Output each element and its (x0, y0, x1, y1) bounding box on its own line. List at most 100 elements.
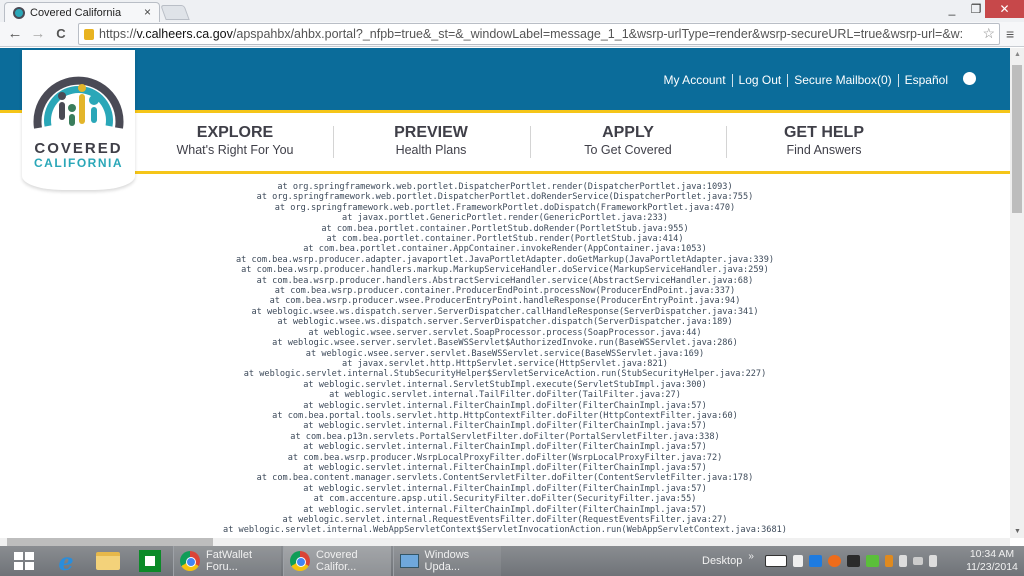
address-bar[interactable]: https:// v.calheers.ca.gov /apspahbx/ahb… (78, 23, 1000, 45)
stack-trace-line: at javax.servlet.http.HttpServlet.servic… (342, 358, 668, 369)
browser-titlebar: Covered California × _ ❐ ✕ (0, 0, 1024, 22)
stack-trace-line: at weblogic.wsee.server.servlet.BaseWSSe… (305, 348, 705, 359)
nav-subtitle: What's Right For You (176, 143, 294, 157)
nav-apply[interactable]: APPLY To Get Covered (528, 124, 728, 158)
stack-trace-line: at com.bea.wsrp.producer.container.Produ… (274, 286, 736, 297)
maximize-button[interactable]: ❐ (966, 0, 986, 18)
horizontal-scrollbar[interactable] (0, 538, 1010, 546)
start-button[interactable] (8, 546, 40, 576)
globe-icon[interactable] (963, 72, 976, 85)
nav-subtitle: Health Plans (395, 143, 467, 157)
folder-icon (96, 552, 120, 570)
stack-trace-line: at com.bea.portal.tools.servlet.http.Htt… (272, 410, 738, 421)
nav-subtitle: Find Answers (786, 143, 862, 157)
stack-trace-line: at weblogic.wsee.ws.dispatch.server.Serv… (277, 317, 733, 328)
tab-close-icon[interactable]: × (144, 5, 151, 19)
covered-california-favicon (13, 6, 25, 19)
scroll-up-arrow-icon[interactable]: ▲ (1014, 51, 1021, 58)
network-app-icon[interactable] (808, 555, 822, 567)
file-explorer-pin[interactable] (90, 546, 126, 576)
vertical-scroll-thumb[interactable] (1012, 65, 1022, 213)
vertical-scrollbar[interactable]: ▲ ▼ (1010, 48, 1024, 538)
horizontal-scroll-thumb[interactable] (7, 538, 213, 546)
windows-update-icon (400, 554, 419, 568)
stack-trace-line: at weblogic.wsee.server.servlet.SoapProc… (308, 327, 702, 338)
close-window-button[interactable]: ✕ (985, 0, 1024, 18)
stack-trace-line: at com.bea.wsrp.producer.WsrpLocalProxyF… (287, 452, 723, 463)
logo-text-california: CALIFORNIA (34, 156, 123, 170)
action-center-flag-icon[interactable] (792, 555, 803, 567)
chrome-menu-icon[interactable]: ≡ (1006, 26, 1014, 42)
log-out-link[interactable]: Log Out (739, 73, 782, 87)
store-pin[interactable] (132, 546, 168, 576)
stack-trace-line: at weblogic.servlet.internal.FilterChain… (303, 400, 707, 411)
clock-time: 10:34 AM (969, 548, 1015, 560)
nav-title: PREVIEW (394, 124, 468, 141)
stack-trace-line: at weblogic.servlet.internal.StubSecurit… (243, 369, 767, 380)
internet-explorer-pin[interactable]: e (48, 546, 84, 576)
my-account-link[interactable]: My Account (664, 73, 726, 87)
minimize-button[interactable]: _ (942, 0, 962, 18)
stack-trace-line: at com.bea.wsrp.producer.adapter.javapor… (235, 254, 775, 265)
url-path: /apspahbx/ahbx.portal?_nfpb=true&_st=&_w… (232, 27, 964, 41)
stack-trace-line: at org.springframework.web.portlet.Frame… (274, 202, 736, 213)
touch-keyboard-icon[interactable] (764, 555, 787, 567)
nav-get-help[interactable]: GET HELP Find Answers (724, 124, 924, 158)
wifi-signal-icon[interactable] (912, 557, 923, 565)
logo-mark-icon (33, 76, 124, 129)
nav-preview[interactable]: PREVIEW Health Plans (331, 124, 531, 158)
stack-trace-line: at com.bea.portlet.container.PortletStub… (321, 223, 689, 234)
tray-app-icon[interactable] (884, 555, 893, 567)
tray-app-orange-icon[interactable] (827, 555, 841, 567)
taskbar-task-covered-california[interactable]: Covered Califor... (283, 546, 391, 576)
taskbar-task-fatwallet[interactable]: FatWallet Foru... (173, 546, 281, 576)
sync-check-icon[interactable] (865, 555, 879, 567)
stack-trace-line: at weblogic.servlet.internal.FilterChain… (303, 504, 707, 515)
covered-california-logo[interactable]: COVERED CALIFORNIA (22, 50, 135, 190)
stack-trace-line: at javax.portlet.GenericPortlet.render(G… (342, 213, 668, 224)
stack-trace-line: at com.bea.content.manager.servlets.Cont… (256, 473, 754, 484)
taskbar-task-windows-update[interactable]: Windows Upda... (393, 546, 501, 576)
task-label: Windows Upda... (424, 549, 470, 573)
stack-trace-line: at weblogic.servlet.internal.RequestEven… (282, 515, 728, 525)
link-divider (897, 73, 899, 87)
toolbar-overflow-icon[interactable]: » (748, 551, 754, 562)
stack-trace-line: at weblogic.servlet.internal.TailFilter.… (329, 390, 681, 401)
reload-button[interactable]: C (52, 26, 70, 41)
error-stack-trace: at org.springframework.web.portlet.Dispa… (0, 182, 1010, 536)
url-scheme: https:// (99, 27, 137, 41)
link-divider (787, 73, 789, 87)
secure-mailbox-link[interactable]: Secure Mailbox(0) (794, 73, 891, 87)
camera-app-icon[interactable] (846, 555, 860, 567)
volume-icon[interactable] (928, 555, 937, 567)
stack-trace-line: at weblogic.servlet.internal.FilterChain… (303, 442, 707, 453)
desktop-toolbar-label[interactable]: Desktop (702, 555, 742, 567)
url-host: v.calheers.ca.gov (136, 27, 233, 41)
battery-icon[interactable] (898, 555, 907, 567)
forward-button[interactable]: → (29, 25, 47, 42)
task-label: Covered Califor... (316, 549, 358, 573)
store-icon (139, 550, 161, 572)
stack-trace-line: at com.accenture.apsp.util.SecurityFilte… (313, 494, 697, 505)
internet-explorer-icon: e (58, 546, 74, 576)
nav-explore[interactable]: EXPLORE What's Right For You (135, 124, 335, 158)
logo-text-covered: COVERED (34, 140, 123, 157)
espanol-link[interactable]: Español (905, 73, 948, 87)
nav-title: APPLY (602, 124, 654, 141)
tab-title: Covered California (30, 6, 122, 19)
new-tab-button[interactable] (160, 5, 190, 20)
scroll-down-arrow-icon[interactable]: ▼ (1014, 528, 1021, 535)
system-clock[interactable]: 10:34 AM 11/23/2014 (962, 548, 1022, 574)
chrome-icon (180, 551, 200, 571)
chrome-icon (290, 551, 310, 571)
stack-trace-line: at weblogic.wsee.ws.dispatch.server.Serv… (251, 306, 759, 317)
stack-trace-line: at weblogic.servlet.internal.WebAppServl… (223, 525, 787, 536)
bookmark-star-icon[interactable]: ☆ (982, 25, 995, 42)
account-links: My Account Log Out Secure Mailbox(0) Esp… (664, 72, 976, 87)
header-band: My Account Log Out Secure Mailbox(0) Esp… (0, 48, 1010, 113)
browser-tab[interactable]: Covered California × (4, 2, 160, 22)
back-button[interactable]: ← (6, 25, 24, 42)
stack-trace-line: at weblogic.servlet.internal.FilterChain… (303, 462, 707, 473)
main-navigation: EXPLORE What's Right For You PREVIEW Hea… (135, 116, 1010, 174)
system-tray: Desktop » (702, 546, 940, 576)
